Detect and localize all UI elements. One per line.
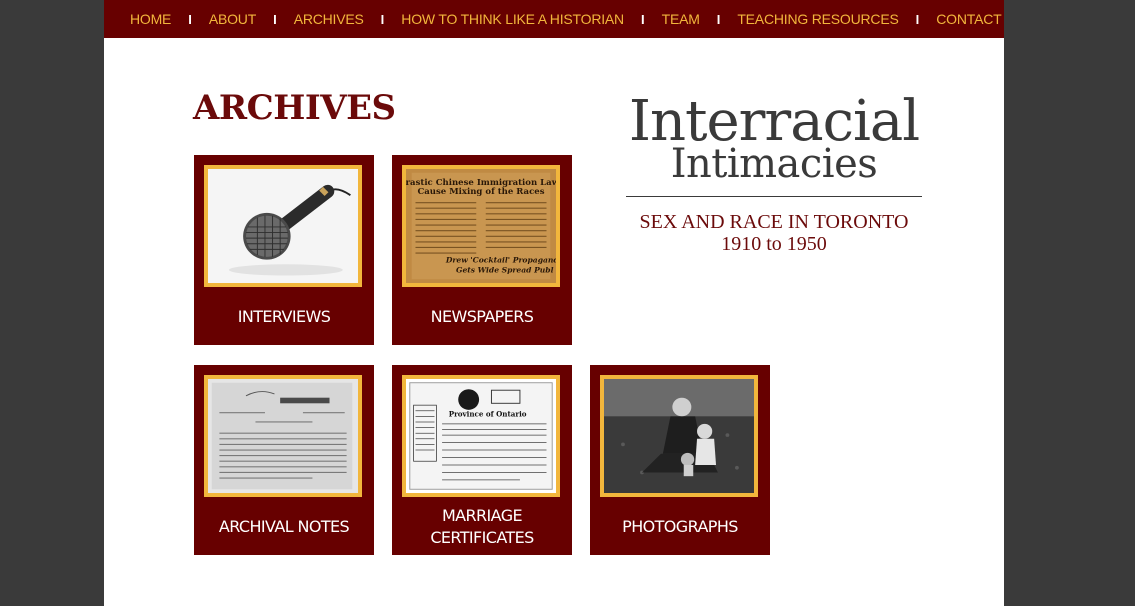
page-container: HOME I ABOUT I ARCHIVES I HOW TO THINK L… [104, 0, 1004, 606]
microphone-photo-icon [204, 165, 362, 287]
marriage-certificate-icon: Province of Ontario [402, 375, 560, 497]
nav-separator: I [915, 11, 920, 27]
nav-about[interactable]: ABOUT [209, 11, 256, 27]
tile-label: NEWSPAPERS [430, 307, 534, 326]
tile-archival-notes[interactable]: ARCHIVAL NOTES [194, 365, 374, 555]
nav-archives[interactable]: ARCHIVES [294, 11, 364, 27]
main-navigation: HOME I ABOUT I ARCHIVES I HOW TO THINK L… [104, 0, 1004, 38]
nav-historian[interactable]: HOW TO THINK LIKE A HISTORIAN [401, 11, 624, 27]
newspaper-headline-line2: Cause Mixing of the Races [417, 186, 544, 196]
tile-newspapers[interactable]: Drastic Chinese Immigration Laws Cause M… [392, 155, 572, 345]
tile-interviews[interactable]: INTERVIEWS [194, 155, 374, 345]
family-photograph-icon [600, 375, 758, 497]
nav-team[interactable]: TEAM [662, 11, 700, 27]
nav-separator: I [380, 11, 385, 27]
nav-separator: I [640, 11, 645, 27]
tile-marriage-certificates[interactable]: Province of Ontario MARRIAGE CERTIFICATE… [392, 365, 572, 555]
tile-label: INTERVIEWS [237, 307, 331, 326]
nav-home[interactable]: HOME [130, 11, 171, 27]
page-title: ARCHIVES [193, 88, 396, 128]
archival-document-icon [204, 375, 362, 497]
nav-contact[interactable]: CONTACT [936, 11, 1001, 27]
tile-label: MARRIAGE CERTIFICATES [430, 506, 534, 547]
logo-date-range: 1910 to 1950 [721, 233, 827, 255]
nav-separator: I [716, 11, 721, 27]
newspaper-clipping-icon: Drastic Chinese Immigration Laws Cause M… [402, 165, 560, 287]
tile-label: PHOTOGRAPHS [622, 517, 738, 536]
certificate-heading: Province of Ontario [449, 409, 527, 418]
logo-subtitle: SEX AND RACE IN TORONTO [639, 211, 909, 233]
newspaper-subheadline-1: Drew 'Cocktail' Propaganda [445, 255, 556, 264]
logo-divider [626, 196, 922, 197]
nav-teaching-resources[interactable]: TEACHING RESOURCES [737, 11, 899, 27]
newspaper-subheadline-2: Gets Wide Spread Publ [456, 266, 554, 275]
nav-separator: I [273, 11, 277, 27]
site-logo[interactable]: Interracial Intimacies SEX AND RACE IN T… [624, 92, 924, 255]
nav-separator: I [188, 11, 192, 27]
tile-photographs[interactable]: PHOTOGRAPHS [590, 365, 770, 555]
tile-label: ARCHIVAL NOTES [218, 517, 350, 536]
